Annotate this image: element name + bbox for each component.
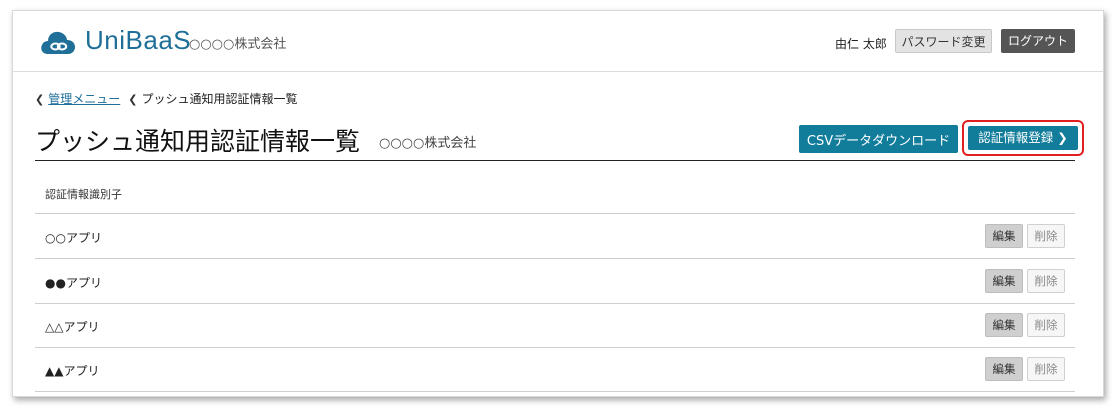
credential-name: ●●アプリ	[45, 276, 102, 290]
delete-button[interactable]: 削除	[1027, 313, 1065, 337]
delete-button[interactable]: 削除	[1027, 357, 1065, 381]
delete-button[interactable]: 削除	[1027, 269, 1065, 293]
brand-name: UniBaaS	[85, 25, 192, 55]
edit-button[interactable]: 編集	[985, 357, 1023, 381]
register-highlight: 認証情報登録 ❯	[962, 120, 1084, 156]
register-credential-button[interactable]: 認証情報登録 ❯	[968, 126, 1078, 150]
chevron-left-icon: ❮	[35, 93, 45, 106]
credential-name: △△アプリ	[45, 320, 100, 334]
table-row: ▲▲アプリ 編集 削除	[35, 347, 1075, 392]
header-company-name: ○○○○株式会社	[189, 37, 287, 52]
top-header: UniBaaS ○○○○株式会社 由仁 太郎 パスワード変更 ログアウト	[13, 11, 1103, 72]
edit-button[interactable]: 編集	[985, 224, 1023, 248]
cloud-logo-icon	[41, 31, 75, 54]
table-row: ○○アプリ 編集 削除	[35, 214, 1075, 259]
user-name: 由仁 太郎	[835, 37, 887, 51]
column-header-identifier: 認証情報識別子	[45, 188, 122, 201]
table-row: △△アプリ 編集 削除	[35, 303, 1075, 348]
change-password-button[interactable]: パスワード変更	[895, 29, 992, 53]
app-window: UniBaaS ○○○○株式会社 由仁 太郎 パスワード変更 ログアウト ❮ 管理…	[12, 10, 1104, 397]
table-row: ●●アプリ 編集 削除	[35, 259, 1075, 304]
edit-button[interactable]: 編集	[985, 269, 1023, 293]
edit-button[interactable]: 編集	[985, 313, 1023, 337]
credential-name: ○○アプリ	[45, 231, 102, 245]
breadcrumb-current: プッシュ通知用認証情報一覧	[141, 92, 298, 106]
page-company-name: ○○○○株式会社	[379, 136, 477, 151]
breadcrumb: ❮ 管理メニュー ❮ プッシュ通知用認証情報一覧	[35, 90, 297, 107]
delete-button[interactable]: 削除	[1027, 224, 1065, 248]
chevron-left-icon: ❮	[128, 93, 138, 106]
credential-name: ▲▲アプリ	[45, 364, 100, 378]
logout-button[interactable]: ログアウト	[1001, 29, 1075, 53]
page-title: プッシュ通知用認証情報一覧	[35, 127, 361, 156]
breadcrumb-admin-menu-link[interactable]: 管理メニュー	[48, 92, 120, 106]
csv-download-button[interactable]: CSVデータダウンロード	[799, 125, 958, 153]
table-header: 認証情報識別子	[35, 173, 1075, 214]
title-divider	[35, 160, 1075, 161]
